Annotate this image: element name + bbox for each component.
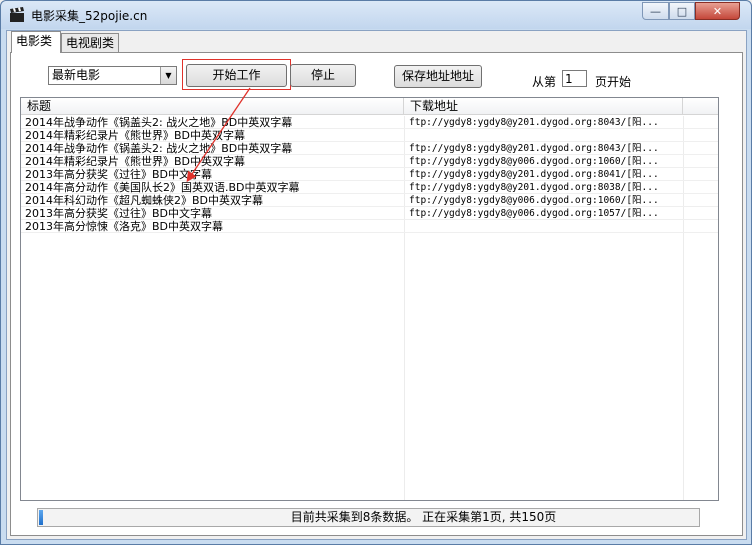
table-row[interactable]: 2014年战争动作《锅盖头2: 战火之地》BD中英双字幕 ftp://ygdy8:… — [21, 116, 718, 129]
status-text: 目前共采集到8条数据。 正在采集第1页, 共150页 — [290, 510, 557, 524]
chevron-down-icon[interactable]: ▼ — [160, 67, 176, 84]
client-area: 电影类 电视剧类 最新电影 ▼ 开始工作 停止 保存地址地址 从第 页开始 标题… — [6, 30, 747, 540]
row-title: 2014年战争动作《锅盖头2: 战火之地》BD中英双字幕 — [25, 116, 293, 129]
tab-tv-series[interactable]: 电视剧类 — [61, 33, 119, 53]
maximize-button[interactable]: □ — [669, 2, 695, 20]
row-title: 2013年高分获奖《过往》BD中文字幕 — [25, 168, 213, 181]
save-addresses-button[interactable]: 保存地址地址 — [394, 65, 482, 88]
row-download-url: ftp://ygdy8:ygdy8@y006.dygod.org:1060/[阳… — [409, 195, 659, 206]
page-start-label: 页开始 — [595, 75, 632, 89]
table-row[interactable]: 2014年科幻动作《超凡蜘蛛侠2》BD中英双字幕 ftp://ygdy8:ygdy… — [21, 194, 718, 207]
close-button[interactable]: ✕ — [695, 2, 740, 20]
row-title: 2013年高分获奖《过往》BD中文字幕 — [25, 207, 213, 220]
from-page-label: 从第 — [532, 75, 557, 89]
table-row[interactable]: 2014年高分动作《美国队长2》国英双语.BD中英双字幕 ftp://ygdy8:… — [21, 181, 718, 194]
title-bar[interactable]: 电影采集_52pojie.cn — □ ✕ — [1, 1, 751, 29]
minimize-icon: — — [650, 4, 661, 18]
row-title: 2014年高分动作《美国队长2》国英双语.BD中英双字幕 — [25, 181, 300, 194]
row-title: 2014年战争动作《锅盖头2: 战火之地》BD中英双字幕 — [25, 142, 293, 155]
window-title: 电影采集_52pojie.cn — [31, 9, 148, 23]
row-download-url: ftp://ygdy8:ygdy8@y201.dygod.org:8041/[阳… — [409, 169, 659, 180]
column-header-url[interactable]: 下载地址 — [404, 98, 683, 115]
category-select[interactable]: 最新电影 ▼ — [48, 66, 177, 85]
tab-movies[interactable]: 电影类 — [11, 31, 61, 53]
table-row[interactable]: 2013年高分获奖《过往》BD中文字幕 ftp://ygdy8:ygdy8@y00… — [21, 207, 718, 220]
row-download-url: ftp://ygdy8:ygdy8@y201.dygod.org:8043/[阳… — [409, 143, 659, 154]
start-button[interactable]: 开始工作 — [186, 64, 287, 87]
stop-button[interactable]: 停止 — [290, 64, 356, 87]
table-row[interactable]: 2014年精彩纪录片《熊世界》BD中英双字幕 ftp://ygdy8:ygdy8@… — [21, 155, 718, 168]
status-bar: 目前共采集到8条数据。 正在采集第1页, 共150页 — [37, 508, 700, 527]
app-window: 电影采集_52pojie.cn — □ ✕ 电影类 电视剧类 最新电影 ▼ 开始… — [0, 0, 752, 545]
row-title: 2013年高分惊悚《洛克》BD中英双字幕 — [25, 220, 224, 233]
row-download-url: ftp://ygdy8:ygdy8@y006.dygod.org:1057/[阳… — [409, 208, 659, 219]
row-download-url: ftp://ygdy8:ygdy8@y006.dygod.org:1060/[阳… — [409, 156, 659, 167]
row-download-url: ftp://ygdy8:ygdy8@y201.dygod.org:8038/[阳… — [409, 182, 659, 193]
start-page-input[interactable] — [562, 70, 587, 87]
table-row[interactable]: 2014年战争动作《锅盖头2: 战火之地》BD中英双字幕 ftp://ygdy8:… — [21, 142, 718, 155]
column-header-filler — [683, 98, 718, 115]
list-body: 2014年战争动作《锅盖头2: 战火之地》BD中英双字幕 ftp://ygdy8:… — [21, 116, 718, 500]
row-download-url: ftp://ygdy8:ygdy8@y201.dygod.org:8043/[阳… — [409, 117, 659, 128]
row-title: 2014年精彩纪录片《熊世界》BD中英双字幕 — [25, 155, 246, 168]
maximize-icon: □ — [676, 4, 688, 18]
list-header: 标题 下载地址 — [21, 98, 718, 115]
clapperboard-icon — [10, 7, 24, 22]
minimize-button[interactable]: — — [642, 2, 669, 20]
row-title: 2014年精彩纪录片《熊世界》BD中英双字幕 — [25, 129, 246, 142]
row-title: 2014年科幻动作《超凡蜘蛛侠2》BD中英双字幕 — [25, 194, 264, 207]
table-row[interactable]: 2013年高分惊悚《洛克》BD中英双字幕 — [21, 220, 718, 233]
table-row[interactable]: 2013年高分获奖《过往》BD中文字幕 ftp://ygdy8:ygdy8@y20… — [21, 168, 718, 181]
tab-panel: 最新电影 ▼ 开始工作 停止 保存地址地址 从第 页开始 标题 下载地址 201… — [10, 52, 743, 536]
close-icon: ✕ — [712, 4, 723, 18]
table-row[interactable]: 2014年精彩纪录片《熊世界》BD中英双字幕 — [21, 129, 718, 142]
column-header-title[interactable]: 标题 — [21, 98, 404, 115]
results-list[interactable]: 标题 下载地址 2014年战争动作《锅盖头2: 战火之地》BD中英双字幕 ftp:… — [20, 97, 719, 501]
category-select-value: 最新电影 — [52, 68, 101, 82]
